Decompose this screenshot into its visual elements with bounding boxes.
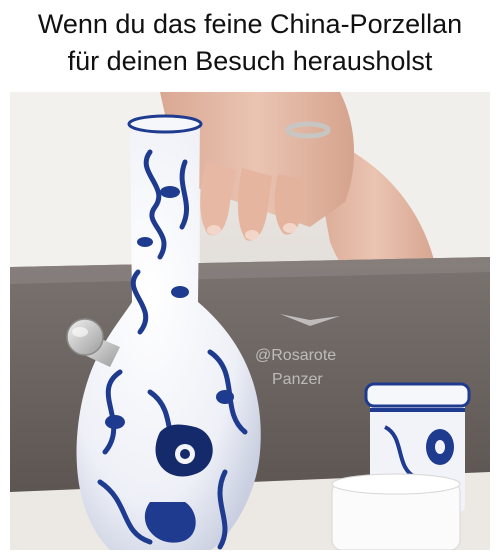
meme-photo: @Rosarote Panzer <box>10 92 490 550</box>
caption-line-2: für deinen Besuch herausholst <box>67 46 433 76</box>
meme-caption: Wenn du das feine China-Porzellan für de… <box>0 6 500 80</box>
meme: Wenn du das feine China-Porzellan für de… <box>0 0 500 553</box>
watermark-handle: @Rosarote <box>255 347 336 364</box>
caption-line-1: Wenn du das feine China-Porzellan <box>37 9 463 39</box>
white-container <box>331 473 461 550</box>
watermark-name: Panzer <box>272 371 323 388</box>
flower-motif <box>155 424 213 477</box>
photo-illustration: @Rosarote Panzer <box>10 92 490 550</box>
